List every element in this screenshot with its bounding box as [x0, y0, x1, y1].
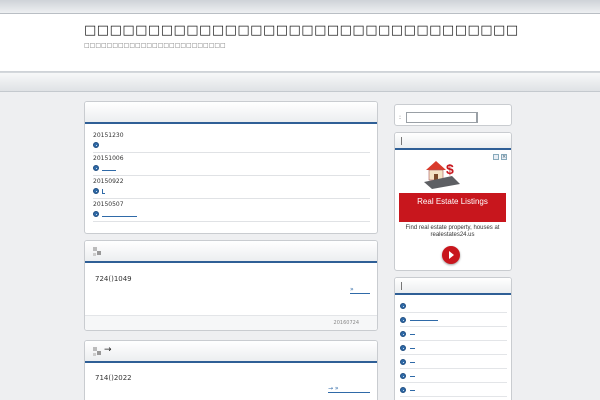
nav-bar [0, 72, 600, 92]
bullet-icon [400, 317, 406, 323]
news-item[interactable]: 20151006 [93, 153, 370, 176]
sidebar-link[interactable] [400, 313, 507, 327]
news-item[interactable]: 20150507 [93, 199, 370, 222]
sidebar-link-text[interactable] [410, 320, 438, 321]
sidebar-link-text[interactable] [410, 362, 415, 363]
news-link[interactable] [102, 189, 105, 194]
sidebar-link-text[interactable] [410, 348, 415, 349]
links-widget-header [395, 278, 511, 295]
bullet-icon [93, 142, 99, 148]
site-header: □□□□□□□□□□□□□□□□□□□□□□□□□□□□□□□□□□ □□□□□… [0, 14, 600, 72]
sidebar-link[interactable] [400, 383, 507, 397]
header-marker [401, 282, 402, 290]
bullet-icon [400, 331, 406, 337]
bullet-icon [93, 211, 99, 217]
news-item[interactable]: 20151230 [93, 130, 370, 153]
ad-headline[interactable]: Real Estate Listings [399, 193, 506, 222]
house-icon: $ [424, 161, 460, 189]
news-card-header [85, 102, 377, 124]
search-label: : [399, 114, 402, 121]
links-widget [394, 277, 512, 400]
post-date: 20160724 [333, 320, 359, 326]
news-item[interactable]: 20150922 [93, 176, 370, 199]
bullet-icon [400, 303, 406, 309]
arrow-right-icon[interactable] [442, 246, 460, 264]
post-excerpt: 714()2022 [95, 374, 132, 382]
bullet-icon [93, 188, 99, 194]
sidebar-link[interactable] [400, 369, 507, 383]
post-icon [93, 347, 101, 356]
post-icon [93, 247, 101, 256]
header-marker [401, 137, 402, 145]
bullet-icon [400, 373, 406, 379]
search-widget: : [394, 104, 512, 126]
ad-body: Find real estate property, houses at rea… [405, 225, 500, 238]
ad-banner[interactable]: × $ Real Estate Listings Find real estat… [398, 154, 508, 266]
read-more-link[interactable]: → » [328, 386, 370, 393]
ad-widget-header [395, 133, 511, 150]
close-icon[interactable]: × [501, 154, 507, 160]
site-description: □□□□□□□□□□□□□□□□□□□□□□□□□ [84, 42, 226, 49]
post-card: 724()1049 » 20160724 [84, 240, 378, 331]
bullet-icon [400, 345, 406, 351]
news-card: 20151230 20151006 20150922 20150507 [84, 101, 378, 234]
ad-widget: × $ Real Estate Listings Find real estat… [394, 132, 512, 271]
post-header [85, 241, 377, 263]
post-card: → 714()2022 → » [84, 340, 378, 400]
sidebar-link-text[interactable] [410, 390, 415, 391]
post-footer: 20160724 [85, 315, 377, 330]
sidebar-link[interactable] [400, 341, 507, 355]
bullet-icon [93, 165, 99, 171]
post-excerpt: 724()1049 [95, 275, 132, 283]
sidebar-link[interactable] [400, 327, 507, 341]
post-header: → [85, 341, 377, 363]
news-date: 20150922 [93, 178, 124, 185]
svg-text:$: $ [446, 161, 454, 177]
site-title[interactable]: □□□□□□□□□□□□□□□□□□□□□□□□□□□□□□□□□□ [84, 23, 519, 38]
news-link[interactable] [102, 212, 137, 217]
sidebar-link[interactable] [400, 299, 507, 313]
post-title[interactable]: → [104, 345, 112, 355]
read-more-link[interactable]: » [350, 287, 370, 294]
ad-info-icon[interactable] [493, 154, 499, 160]
bullet-icon [400, 359, 406, 365]
news-date: 20151230 [93, 132, 124, 139]
sidebar-link[interactable] [400, 355, 507, 369]
news-link[interactable] [102, 166, 116, 171]
search-input[interactable] [406, 112, 478, 123]
top-strip [0, 0, 600, 14]
sidebar-link-text[interactable] [410, 334, 415, 335]
bullet-icon [400, 387, 406, 393]
news-date: 20151006 [93, 155, 124, 162]
sidebar-link-text[interactable] [410, 376, 415, 377]
news-date: 20150507 [93, 201, 124, 208]
